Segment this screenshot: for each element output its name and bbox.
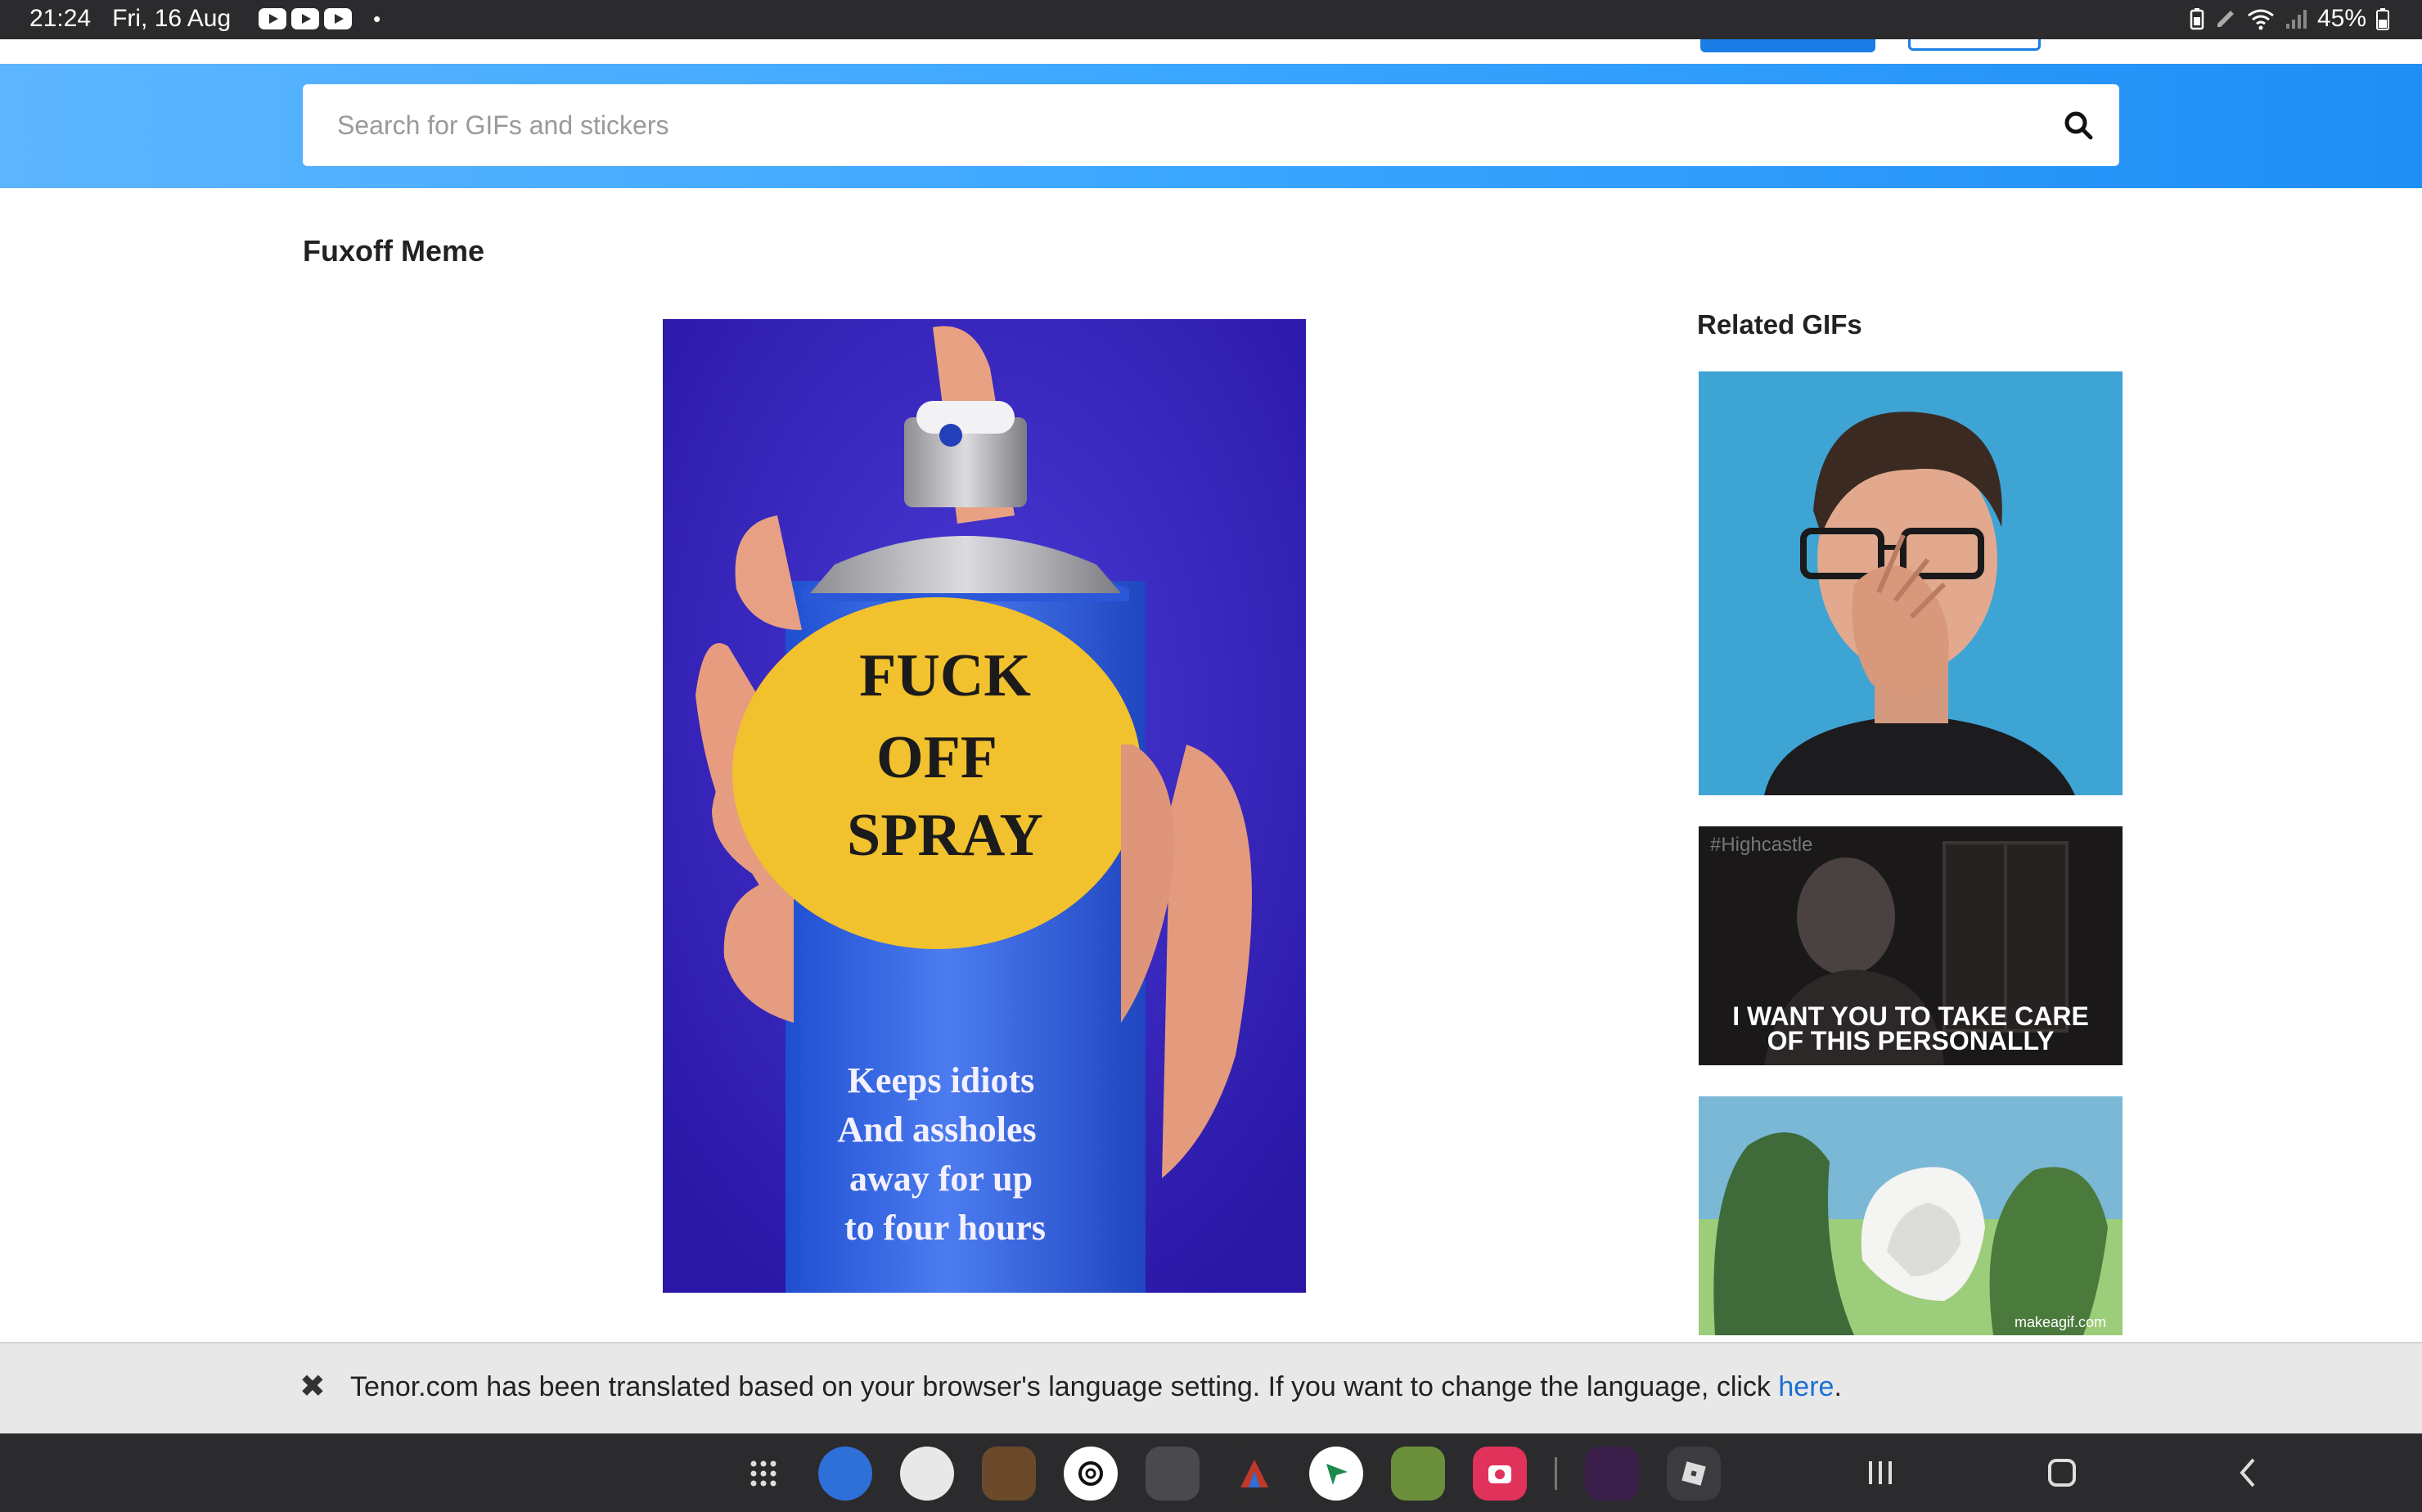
search-band [0,64,2422,188]
spray-caption-line4: to four hours [844,1208,1046,1248]
spray-label-line2: OFF [876,724,997,791]
game-app-icon[interactable] [1585,1447,1639,1501]
related-gif-1[interactable] [1699,371,2123,795]
related-gif-2[interactable]: #Highcastle I WANT YOU TO TAKE CARE OF T… [1699,826,2123,1065]
close-banner-button[interactable]: ✖ [299,1368,326,1405]
pen-icon [2217,11,2234,27]
search-box [303,84,2119,166]
app-icon-3[interactable] [982,1447,1036,1501]
spray-caption-line3: away for up [849,1159,1033,1199]
translation-banner: ✖ Tenor.com has been translated based on… [0,1342,2422,1433]
signal-icon [2285,10,2307,29]
spray-caption-line2: And assholes [837,1109,1036,1150]
man-facepalm-image [1699,371,2123,795]
battery-icon [2376,8,2389,30]
app-icon-6[interactable] [1227,1447,1281,1501]
camera-app-icon[interactable] [1473,1447,1527,1501]
recents-button[interactable] [1856,1451,1905,1494]
app-icon-5[interactable] [1146,1447,1200,1501]
spray-label-line1: FUCK [859,642,1031,709]
battery-saver-icon [2190,8,2204,30]
wifi-icon [2248,9,2274,30]
more-notifications-dot: • [373,6,381,31]
spray-can-image: FUCK OFF SPRAY Keeps idiots And assholes… [663,319,1306,1293]
related-gif-3-watermark: makeagif.com [2015,1314,2106,1330]
battery-percent: 45% [2316,5,2366,32]
related-gif-3[interactable]: makeagif.com [1699,1096,2123,1335]
spray-label-line3: SPRAY [847,802,1043,869]
take-care-personally-image: #Highcastle I WANT YOU TO TAKE CARE OF T… [1699,826,2123,1065]
header-login-button[interactable] [1908,39,2041,51]
explosion-landscape-image: makeagif.com [1699,1096,2123,1335]
page-title: Fuxoff Meme [303,234,485,268]
change-language-link[interactable]: here [1778,1371,1834,1402]
site-header [0,39,2422,64]
search-input[interactable] [303,84,2005,166]
translation-message-suffix: . [1834,1371,1842,1402]
youtube-icon [324,8,353,29]
spray-caption-line1: Keeps idiots [848,1060,1035,1100]
taskbar-apps [736,1447,1721,1501]
status-time: 21:24 [29,5,92,32]
taskbar-divider [1555,1457,1557,1490]
youtube-icon [259,8,287,29]
header-upload-button[interactable] [1700,39,1875,52]
status-bar: 21:24 Fri, 16 Aug • 45% [0,0,2422,39]
minecraft-icon[interactable] [1391,1447,1445,1501]
app-drawer-icon[interactable] [736,1447,790,1501]
back-button[interactable] [2224,1451,2273,1494]
search-icon[interactable] [2062,109,2095,142]
home-button[interactable] [2037,1451,2087,1494]
system-nav-bar [0,1433,2422,1512]
translation-message-text: Tenor.com has been translated based on y… [350,1371,1779,1402]
app-icon-7[interactable] [1309,1447,1363,1501]
chatgpt-icon[interactable] [1064,1447,1118,1501]
related-gif-2-watermark: #Highcastle [1710,834,1812,856]
app-icon-1[interactable] [818,1447,872,1501]
notification-icons [259,8,353,29]
app-icon-2[interactable] [900,1447,954,1501]
related-gif-2-caption-line2: OF THIS PERSONALLY [1767,1026,2055,1055]
roblox-icon[interactable] [1667,1447,1721,1501]
status-date: Fri, 16 Aug [112,5,232,32]
main-gif[interactable]: FUCK OFF SPRAY Keeps idiots And assholes… [663,319,1306,1293]
related-gifs-title: Related GIFs [1697,309,1862,340]
translation-message: Tenor.com has been translated based on y… [350,1371,1842,1403]
youtube-icon [291,8,320,29]
